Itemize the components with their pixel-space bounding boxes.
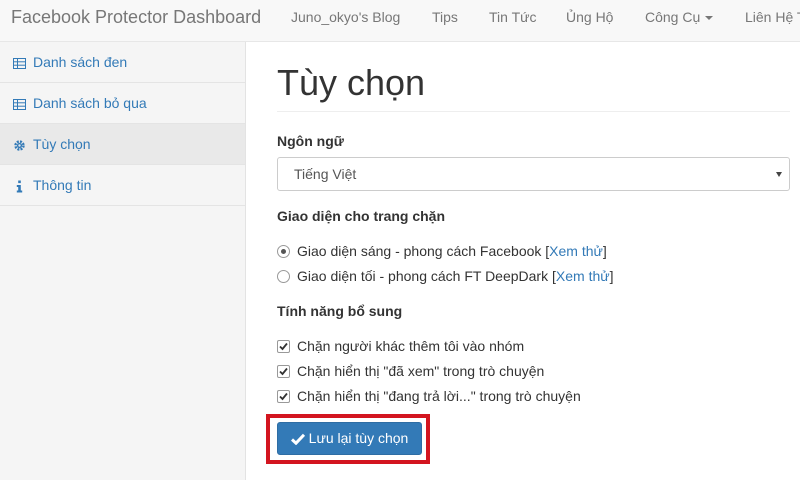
table-icon: [13, 98, 27, 110]
save-options-button[interactable]: Lưu lại tùy chọn: [277, 422, 422, 455]
theme-option-light-text: Giao diện sáng - phong cách Facebook [: [297, 243, 550, 259]
bracket-close: ]: [602, 243, 607, 259]
extra-option-block-typing[interactable]: Chặn hiển thị "đang trả lời..." trong tr…: [277, 386, 581, 406]
sidebar-item-options[interactable]: Tùy chọn: [0, 124, 245, 165]
extra-option-block-seen[interactable]: Chặn hiển thị "đã xem" trong trò chuyện: [277, 361, 544, 381]
nav-dropdown-tools[interactable]: Công Cụ: [645, 0, 714, 35]
main-content: Tùy chọn Ngôn ngữ Tiếng Việt Giao diện c…: [266, 42, 790, 464]
navbar-brand[interactable]: Facebook Protector Dashboard: [11, 0, 261, 35]
bracket-close: ]: [609, 268, 614, 284]
checkbox-block-seen[interactable]: [277, 365, 290, 378]
preview-link-dark[interactable]: Xem thử: [556, 268, 610, 284]
extra-option-text: Chặn hiển thị "đã xem" trong trò chuyện: [297, 363, 545, 379]
sidebar-item-label: Tùy chọn: [33, 136, 91, 152]
checkbox-block-typing[interactable]: [277, 390, 290, 403]
sidebar-item-ignorelist[interactable]: Danh sách bỏ qua: [0, 83, 245, 124]
sidebar-item-info[interactable]: Thông tin: [0, 165, 245, 206]
language-label: Ngôn ngữ: [277, 133, 344, 149]
extra-option-text: Chặn hiển thị "đang trả lời..." trong tr…: [297, 388, 581, 404]
nav-link-contact[interactable]: Liên Hệ T: [745, 0, 800, 35]
top-navbar: Facebook Protector Dashboard Juno_okyo's…: [0, 0, 800, 42]
gear-icon: [13, 139, 27, 152]
checkbox-block-group-add[interactable]: [277, 340, 290, 353]
nav-dropdown-tools-label: Công Cụ: [645, 9, 701, 25]
sidebar-item-label: Danh sách bỏ qua: [33, 95, 147, 111]
save-button-label: Lưu lại tùy chọn: [308, 430, 409, 446]
caret-down-icon: [705, 16, 714, 21]
nav-link-tips[interactable]: Tips: [432, 0, 458, 35]
radio-dark-theme[interactable]: [277, 270, 290, 283]
check-icon: [290, 425, 305, 456]
page-title: Tùy chọn: [277, 42, 790, 112]
theme-option-dark-text: Giao diện tối - phong cách FT DeepDark [: [297, 268, 556, 284]
chevron-down-icon: [776, 172, 782, 177]
sidebar: Danh sách đen Danh sách bỏ qua Tùy chọn …: [0, 42, 246, 480]
extra-option-text: Chặn người khác thêm tôi vào nhóm: [297, 338, 525, 354]
sidebar-item-label: Danh sách đen: [33, 54, 128, 70]
sidebar-item-label: Thông tin: [33, 177, 92, 193]
table-icon: [13, 57, 27, 69]
theme-option-light[interactable]: Giao diện sáng - phong cách Facebook [Xe…: [277, 241, 607, 261]
language-select-value: Tiếng Việt: [294, 166, 357, 182]
extra-option-block-group-add[interactable]: Chặn người khác thêm tôi vào nhóm: [277, 336, 524, 356]
theme-label: Giao diện cho trang chặn: [277, 208, 446, 224]
preview-link-light[interactable]: Xem thử: [549, 243, 603, 259]
theme-option-dark[interactable]: Giao diện tối - phong cách FT DeepDark […: [277, 266, 614, 286]
nav-link-blog[interactable]: Juno_okyo's Blog: [291, 0, 400, 35]
extras-label: Tính năng bổ sung: [277, 303, 403, 319]
nav-link-news[interactable]: Tin Tức: [489, 0, 537, 35]
radio-light-theme[interactable]: [277, 245, 290, 258]
sidebar-item-blacklist[interactable]: Danh sách đen: [0, 42, 245, 83]
nav-link-support[interactable]: Ủng Hộ: [566, 0, 613, 35]
language-select[interactable]: Tiếng Việt: [277, 157, 790, 191]
info-icon: [13, 180, 27, 193]
